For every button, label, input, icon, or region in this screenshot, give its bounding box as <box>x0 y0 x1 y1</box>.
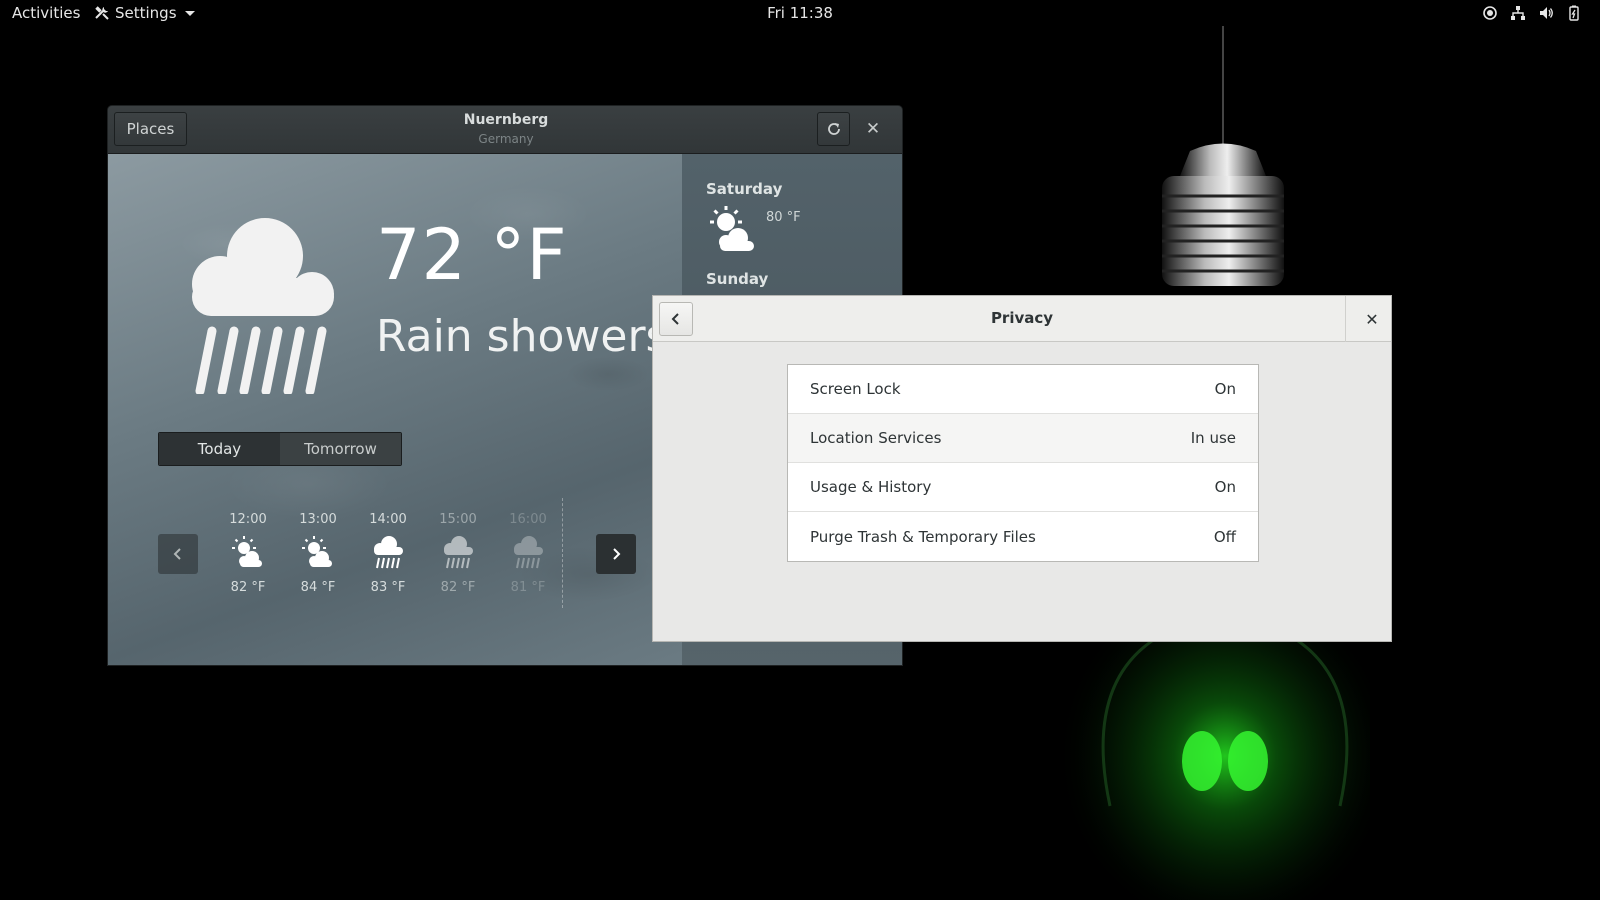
app-menu[interactable]: Settings <box>94 4 195 22</box>
refresh-button[interactable] <box>817 112 850 146</box>
daily-forecast: Saturday 80 °F Sunday <box>706 180 886 288</box>
close-button[interactable]: ✕ <box>860 116 886 142</box>
hour-time: 12:00 <box>229 512 267 527</box>
close-button[interactable]: ✕ <box>1359 306 1385 332</box>
hourly-next-button[interactable] <box>596 534 636 574</box>
chevron-left-icon <box>173 548 181 560</box>
weather-headerbar: Places Nuernberg Germany ✕ <box>108 106 902 154</box>
tab-tomorrow[interactable]: Tomorrow <box>280 433 401 465</box>
tab-today[interactable]: Today <box>159 433 280 465</box>
hourly-previous-button[interactable] <box>158 534 198 574</box>
settings-tools-icon <box>95 6 109 20</box>
hour-temp: 82 °F <box>230 580 266 595</box>
rain-icon <box>444 536 473 569</box>
setting-row-purge-trash[interactable]: Purge Trash & Temporary Files Off <box>788 512 1258 561</box>
day-switcher: Today Tomorrow <box>158 432 402 466</box>
activities-button[interactable]: Activities <box>12 4 80 22</box>
setting-label: Usage & History <box>810 478 932 496</box>
hourly-item: 16:00 81 °F <box>506 512 550 596</box>
forecast-row: 80 °F <box>706 204 886 256</box>
clock[interactable]: Fri 11:38 <box>767 4 833 22</box>
hourly-divider <box>562 498 563 608</box>
hourly-forecast: 12:00 82 °F 13:00 84 °F 14:00 83 °F 15:0… <box>226 512 550 596</box>
rain-showers-icon <box>192 218 334 394</box>
hour-temp: 83 °F <box>370 580 406 595</box>
volume-icon[interactable] <box>1538 5 1554 21</box>
setting-value: Off <box>1213 527 1236 546</box>
location-icon[interactable] <box>1482 5 1498 21</box>
sun-cloud-icon <box>302 536 332 567</box>
location-title: Nuernberg <box>463 112 549 128</box>
hourly-item: 12:00 82 °F <box>226 512 270 596</box>
sun-cloud-icon <box>710 206 754 251</box>
location-country: Germany <box>478 132 534 146</box>
setting-label: Purge Trash & Temporary Files <box>810 527 1036 546</box>
setting-row-usage-history[interactable]: Usage & History On <box>788 463 1258 512</box>
setting-row-screen-lock[interactable]: Screen Lock On <box>788 365 1258 414</box>
places-button[interactable]: Places <box>114 112 187 146</box>
current-temperature: 72 °F <box>376 214 568 296</box>
setting-label: Screen Lock <box>810 380 901 398</box>
hour-temp: 82 °F <box>440 580 476 595</box>
refresh-icon <box>827 123 840 135</box>
setting-row-location-services[interactable]: Location Services In use <box>788 414 1258 463</box>
top-bar: Activities Settings Fri 11:38 <box>0 0 1600 26</box>
setting-label: Location Services <box>810 429 942 447</box>
hour-temp: 81 °F <box>510 580 546 595</box>
back-button[interactable] <box>659 302 693 336</box>
setting-value: On <box>1214 380 1236 398</box>
forecast-temp: 80 °F <box>766 210 801 225</box>
sun-cloud-icon <box>232 536 262 567</box>
forecast-day: Saturday <box>706 180 783 198</box>
rain-icon <box>374 536 403 569</box>
hourly-item: 13:00 84 °F <box>296 512 340 596</box>
header-separator <box>1345 296 1346 342</box>
app-menu-label: Settings <box>115 4 177 22</box>
setting-value: On <box>1214 478 1236 496</box>
privacy-settings-list: Screen Lock On Location Services In use … <box>787 364 1259 562</box>
hour-time: 14:00 <box>369 512 407 527</box>
battery-icon[interactable] <box>1566 5 1582 21</box>
privacy-headerbar: Privacy ✕ <box>653 296 1391 342</box>
rain-icon <box>514 536 543 569</box>
system-tray[interactable] <box>1482 5 1582 21</box>
hourly-item: 14:00 83 °F <box>366 512 410 596</box>
hour-time: 16:00 <box>509 512 547 527</box>
chevron-right-icon <box>613 548 621 560</box>
weather-summary: Rain showers <box>376 311 669 362</box>
privacy-dialog: Privacy ✕ Screen Lock On Location Servic… <box>652 295 1392 642</box>
network-icon[interactable] <box>1510 5 1526 21</box>
dialog-title: Privacy <box>990 309 1054 327</box>
close-icon: ✕ <box>865 119 881 139</box>
close-icon: ✕ <box>1365 309 1379 329</box>
forecast-day: Sunday <box>706 270 769 288</box>
setting-value: In use <box>1190 429 1236 447</box>
chevron-down-icon <box>184 10 195 16</box>
hour-time: 13:00 <box>299 512 337 527</box>
chevron-left-icon <box>671 313 679 325</box>
hour-temp: 84 °F <box>300 580 336 595</box>
hour-time: 15:00 <box>439 512 477 527</box>
hourly-item: 15:00 82 °F <box>436 512 480 596</box>
